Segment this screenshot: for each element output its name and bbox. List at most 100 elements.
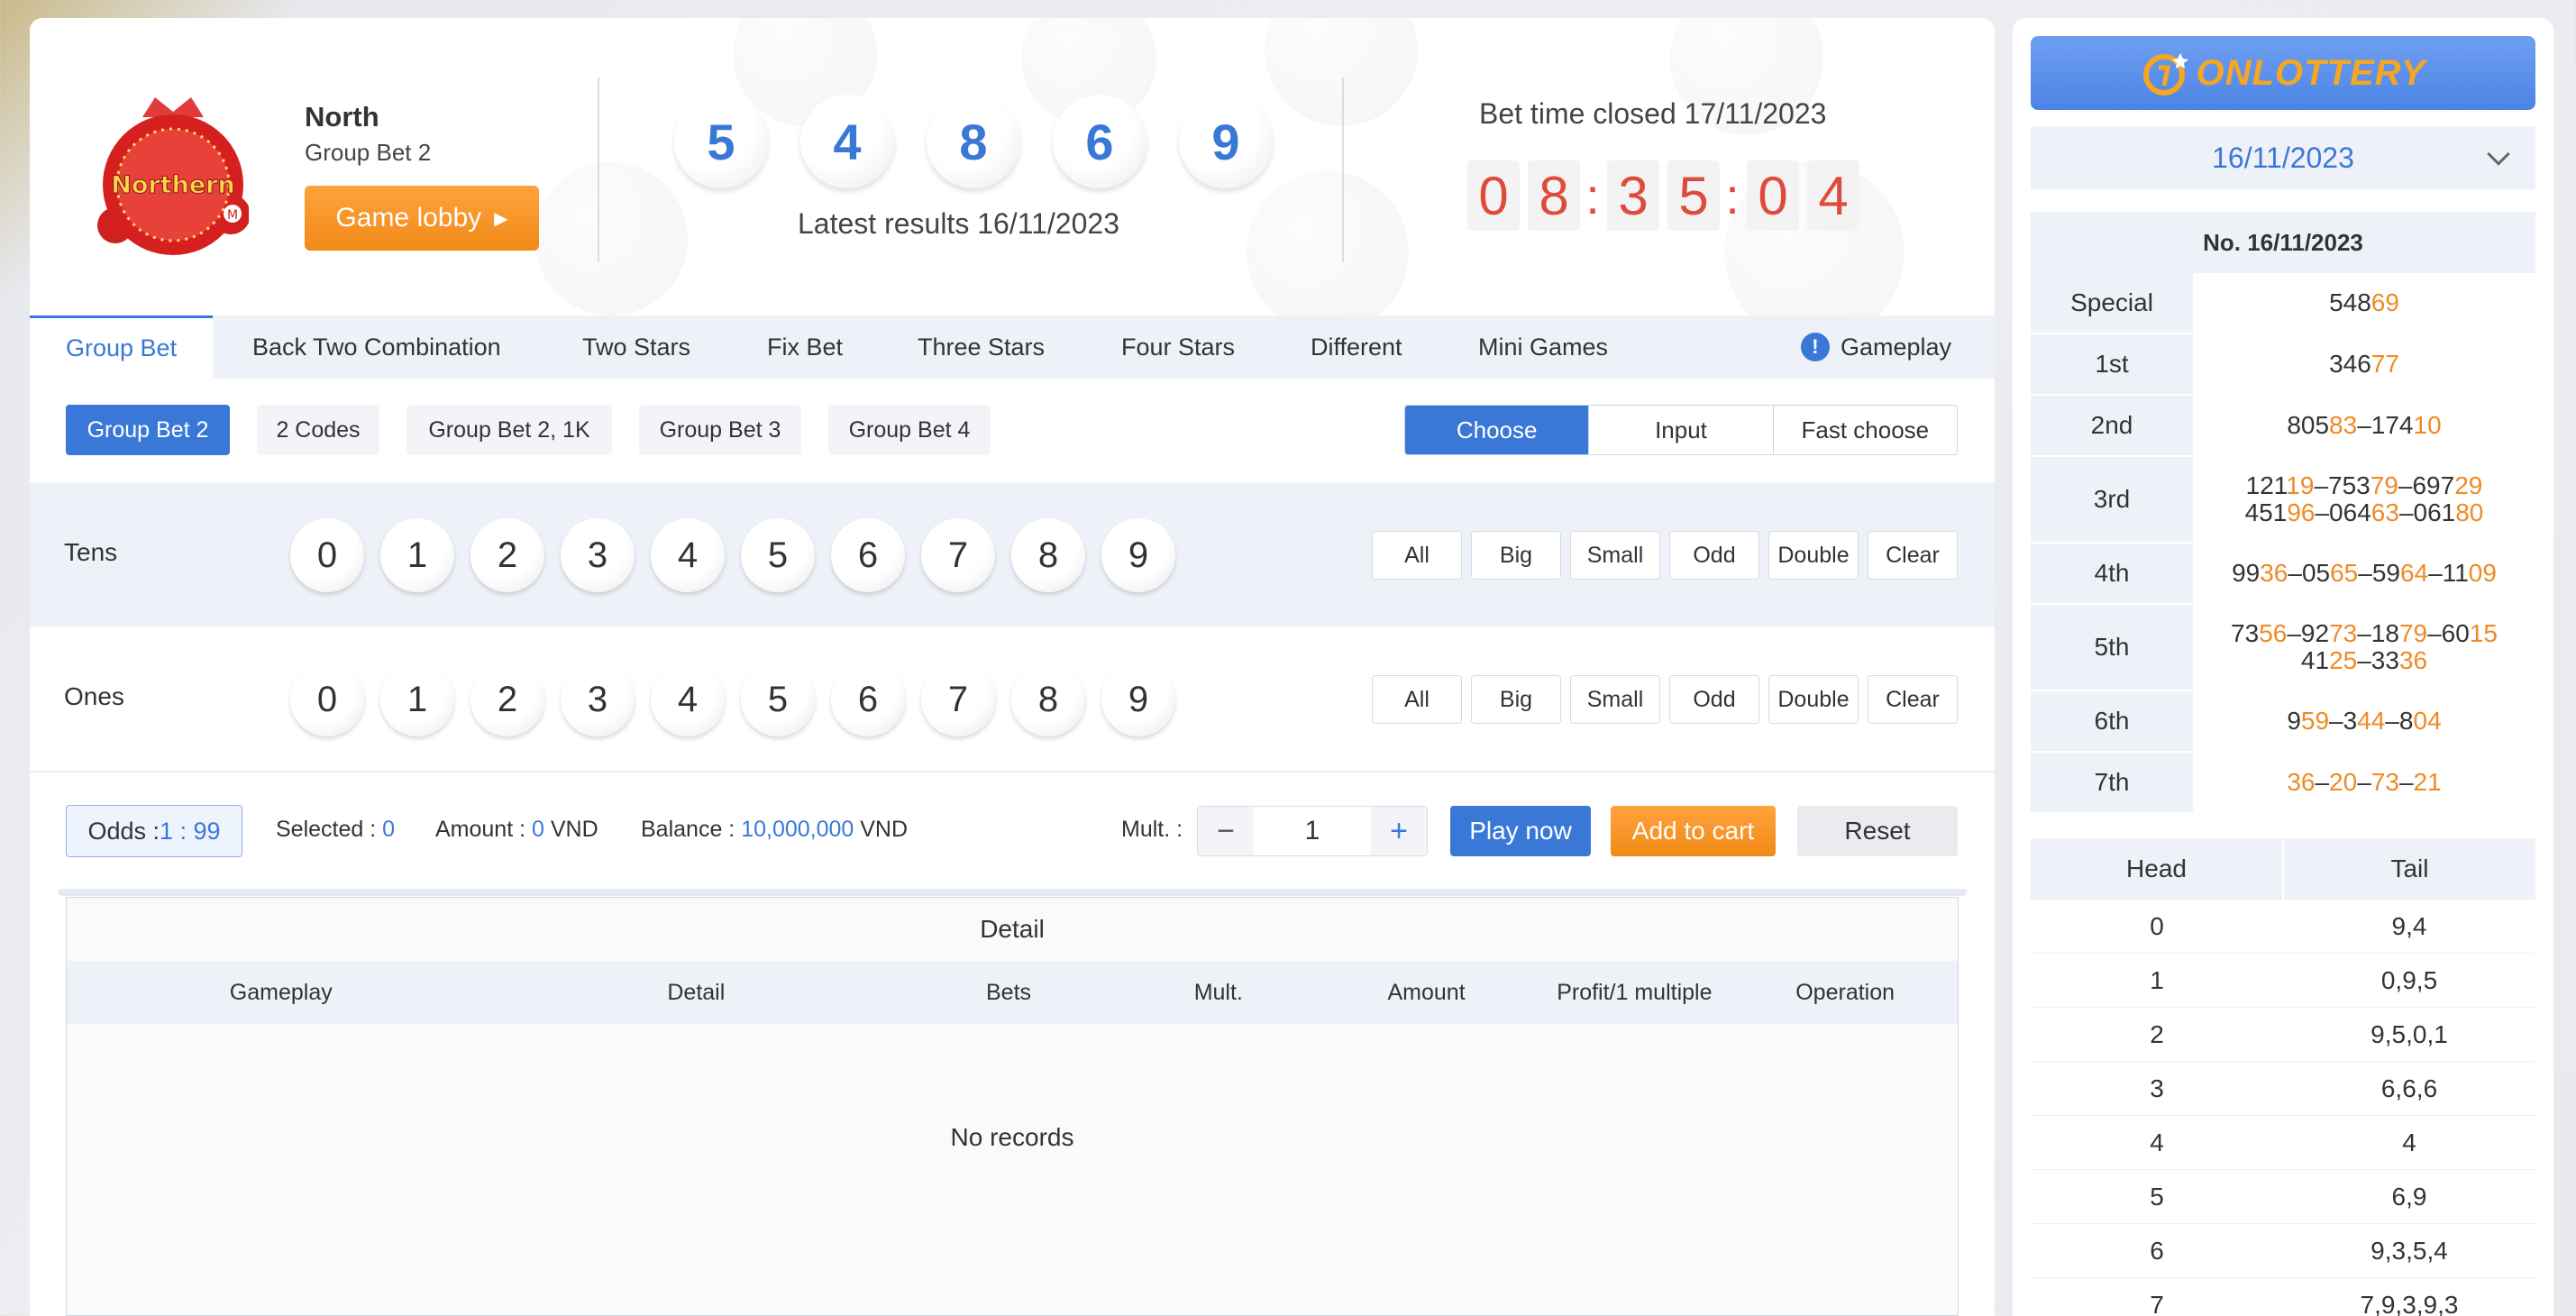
number-ball[interactable]: 8: [1011, 663, 1085, 736]
mode-choose[interactable]: Choose: [1405, 406, 1589, 454]
number-ball[interactable]: 5: [741, 663, 815, 736]
tab-mini-games[interactable]: Mini Games: [1478, 315, 1608, 379]
prize-line: 12119–75379–69729: [2246, 472, 2483, 499]
prize-row: 6th 959–344–804: [2031, 691, 2535, 753]
detail-title: Detail: [980, 915, 1045, 943]
quick-double-button[interactable]: Double: [1768, 675, 1859, 724]
number-ball[interactable]: 2: [470, 518, 544, 592]
number-ball[interactable]: 7: [921, 663, 995, 736]
subtab-group-bet-4[interactable]: Group Bet 4: [828, 405, 991, 455]
number-ball[interactable]: 9: [1101, 663, 1175, 736]
tail-digits: 4: [2402, 1128, 2416, 1156]
date-select[interactable]: 16/11/2023: [2031, 126, 2535, 189]
quick-small-button[interactable]: Small: [1570, 675, 1660, 724]
number-ball[interactable]: 4: [651, 663, 725, 736]
number-ball[interactable]: 3: [561, 663, 635, 736]
quick-small-button[interactable]: Small: [1570, 531, 1660, 580]
result-ball: 5: [674, 95, 768, 188]
gameplay-link[interactable]: ! Gameplay: [1800, 315, 1951, 379]
logo-text: Northern: [111, 171, 234, 199]
prize-digits: 79: [2398, 619, 2428, 647]
tab-different[interactable]: Different: [1311, 315, 1402, 379]
prize-digits: –3: [2329, 707, 2358, 735]
prize-digits: 99: [2232, 559, 2261, 587]
plus-button[interactable]: +: [1371, 807, 1427, 855]
prize-label: 1st: [2031, 334, 2193, 394]
prize-digits: 65: [2330, 559, 2359, 587]
prize-digits: –174: [2357, 411, 2414, 439]
quick-big-button[interactable]: Big: [1471, 675, 1561, 724]
play-now-button[interactable]: Play now: [1450, 806, 1591, 856]
prize-digits: 20: [2329, 768, 2358, 796]
region-name: North: [305, 101, 379, 133]
game-lobby-label: Game lobby: [335, 203, 482, 233]
countdown-digit: 4: [1807, 160, 1859, 231]
reset-button[interactable]: Reset: [1797, 806, 1958, 856]
divider: [598, 78, 599, 262]
tab-two-stars[interactable]: Two Stars: [582, 315, 690, 379]
subtab-2-codes[interactable]: 2 Codes: [257, 405, 379, 455]
result-ball: 9: [1179, 95, 1273, 188]
number-ball[interactable]: 3: [561, 518, 635, 592]
prize-line: 4125–3336: [2301, 647, 2427, 674]
head-column-label: Head: [2126, 854, 2187, 882]
mode-fast-choose[interactable]: Fast choose: [1772, 406, 1957, 454]
quick-double-button[interactable]: Double: [1768, 531, 1859, 580]
add-to-cart-button[interactable]: Add to cart: [1611, 806, 1776, 856]
prize-line: 7356–9273–1879–6015: [2231, 620, 2498, 647]
number-ball[interactable]: 7: [921, 518, 995, 592]
game-lobby-button[interactable]: Game lobby ▶: [305, 186, 539, 251]
tab-back-two-combination[interactable]: Back Two Combination: [252, 315, 501, 379]
head-tail-row: 44: [2031, 1116, 2535, 1170]
odds-label: Odds :: [87, 817, 160, 845]
quick-odd-button[interactable]: Odd: [1669, 531, 1759, 580]
number-ball[interactable]: 5: [741, 518, 815, 592]
subtab-group-bet-2[interactable]: Group Bet 2: [66, 405, 230, 455]
number-ball[interactable]: 1: [380, 518, 454, 592]
tab-four-stars[interactable]: Four Stars: [1121, 315, 1235, 379]
detail-table: Detail Gameplay Detail Bets Mult. Amount…: [58, 889, 1967, 1316]
prize-value: 34677: [2193, 334, 2535, 394]
number-ball[interactable]: 1: [380, 663, 454, 736]
selected-label: Selected :: [276, 817, 383, 842]
number-ball[interactable]: 6: [831, 518, 905, 592]
mode-input[interactable]: Input: [1588, 406, 1772, 454]
number-ball[interactable]: 4: [651, 518, 725, 592]
quick-clear-button[interactable]: Clear: [1868, 675, 1958, 724]
head-digit: 3: [2150, 1074, 2164, 1102]
prize-value: 9936–0565–5964–1109: [2193, 544, 2535, 603]
prize-digits: 73: [2231, 619, 2260, 647]
quick-all-button[interactable]: All: [1372, 675, 1462, 724]
quick-big-button[interactable]: Big: [1471, 531, 1561, 580]
prize-digits: –92: [2287, 619, 2330, 647]
tab-fix-bet[interactable]: Fix Bet: [767, 315, 843, 379]
number-ball[interactable]: 0: [290, 518, 364, 592]
prize-digits: 73: [2329, 619, 2358, 647]
head-digit: 2: [2150, 1019, 2164, 1048]
subtab-group-bet-2-1k[interactable]: Group Bet 2, 1K: [406, 405, 612, 455]
prize-label: 7th: [2031, 753, 2193, 812]
number-ball[interactable]: 2: [470, 663, 544, 736]
minus-button[interactable]: −: [1198, 807, 1254, 855]
prize-digits: 19: [2287, 471, 2315, 499]
prize-line: 54869: [2329, 289, 2399, 316]
number-ball[interactable]: 9: [1101, 518, 1175, 592]
subtab-group-bet-3[interactable]: Group Bet 3: [639, 405, 801, 455]
prize-digits: 451: [2244, 498, 2288, 526]
tab-group-bet[interactable]: Group Bet: [30, 315, 214, 379]
prize-digits: 79: [2370, 471, 2398, 499]
multiplier-stepper: − 1 +: [1197, 806, 1428, 856]
tail-digits: 9,4: [2391, 911, 2427, 940]
balance-value: 10,000,000: [741, 817, 854, 842]
number-ball[interactable]: 0: [290, 663, 364, 736]
number-ball[interactable]: 8: [1011, 518, 1085, 592]
tab-three-stars[interactable]: Three Stars: [918, 315, 1045, 379]
tens-row: Tens 0 1 2 3 4 5 6 7 8 9 All Big Small O…: [30, 482, 1995, 626]
quick-all-button[interactable]: All: [1372, 531, 1462, 580]
multiplier-input[interactable]: 1: [1254, 807, 1371, 855]
quick-clear-button[interactable]: Clear: [1868, 531, 1958, 580]
quick-odd-button[interactable]: Odd: [1669, 675, 1759, 724]
number-ball[interactable]: 6: [831, 663, 905, 736]
prize-digits: 21: [2413, 768, 2442, 796]
bet-closed-label: Bet time closed 17/11/2023: [1479, 97, 1827, 130]
